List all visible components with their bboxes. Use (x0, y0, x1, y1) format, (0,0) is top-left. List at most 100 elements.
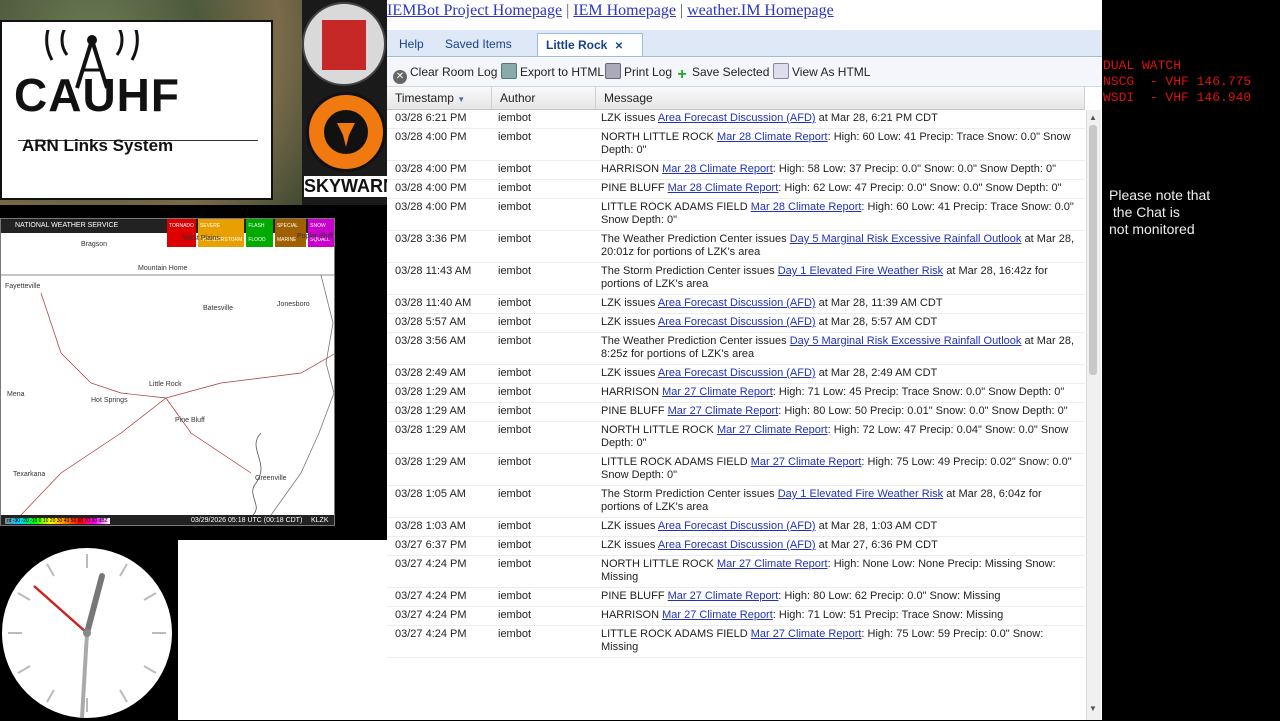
message-text: : High: 80 Low: 62 Precip: 0.0" Snow: Mi… (778, 590, 1001, 602)
plus-icon: + (677, 66, 687, 83)
hour-hand (84, 573, 105, 636)
product-link[interactable]: Area Forecast Discussion (AFD) (658, 297, 816, 309)
message-text: at Mar 28, 5:57 AM CDT (815, 316, 938, 328)
radar-timestamp: 03/29/2026 05:18 UTC (00:18 CDT) (191, 517, 303, 524)
message-cell: LZK issues Area Forecast Discussion (AFD… (593, 539, 1085, 552)
scroll-up-icon[interactable]: ▲ (1089, 113, 1097, 122)
product-link[interactable]: Mar 27 Climate Report (717, 558, 828, 570)
table-row[interactable]: 03/27 4:24 PM iembot NORTH LITTLE ROCK Mar… (387, 556, 1085, 588)
product-link[interactable]: Mar 27 Climate Report (751, 628, 862, 640)
product-link[interactable]: Area Forecast Discussion (AFD) (658, 520, 816, 532)
timestamp-cell: 03/28 11:43 AM (395, 265, 472, 277)
table-row[interactable]: 03/28 11:40 AM iembot LZK issues Area Fore… (387, 295, 1085, 314)
product-link[interactable]: Mar 27 Climate Report (662, 386, 773, 398)
timestamp-cell: 03/28 4:00 PM (395, 131, 467, 143)
author-cell: iembot (498, 201, 532, 213)
table-row[interactable]: 03/28 1:29 AM iembot LITTLE ROCK ADAMS FIE… (387, 454, 1085, 486)
table-row[interactable]: 03/28 11:43 AM iembot The Storm Prediction… (387, 263, 1085, 295)
close-icon[interactable]: ✕ (615, 41, 623, 52)
table-row[interactable]: 03/28 4:00 PM iembot NORTH LITTLE ROCK Mar… (387, 129, 1085, 161)
table-row[interactable]: 03/28 2:49 AM iembot LZK issues Area Forec… (387, 365, 1085, 384)
product-link[interactable]: Mar 27 Climate Report (662, 609, 773, 621)
column-header-author[interactable]: Author (492, 87, 596, 109)
timestamp-cell: 03/28 1:29 AM (395, 424, 466, 436)
product-link[interactable]: Day 5 Marginal Risk Excessive Rainfall O… (790, 335, 1022, 347)
button-label: View As HTML (792, 65, 871, 79)
message-cell: LITTLE ROCK ADAMS FIELD Mar 27 Climate R… (593, 628, 1085, 654)
author-cell: iembot (498, 386, 532, 398)
product-link[interactable]: Area Forecast Discussion (AFD) (658, 316, 816, 328)
timestamp-cell: 03/27 4:24 PM (395, 590, 467, 602)
iembot-homepage-link[interactable]: IEMBot Project Homepage (387, 2, 562, 19)
product-link[interactable]: Area Forecast Discussion (AFD) (658, 539, 816, 551)
column-label: Timestamp (395, 91, 454, 105)
weatherim-homepage-link[interactable]: weather.IM Homepage (687, 2, 834, 19)
table-row[interactable]: 03/28 3:56 AM iembot The Weather Predictio… (387, 333, 1085, 365)
product-link[interactable]: Mar 27 Climate Report (668, 590, 779, 602)
tab-bar: Help Saved Items Little Rock ✕ (387, 30, 1102, 57)
message-text: : High: 58 Low: 37 Precip: 0.0" Snow: 0.… (772, 163, 1056, 175)
view-as-html-button[interactable]: View As HTML (773, 63, 870, 81)
product-link[interactable]: Area Forecast Discussion (AFD) (658, 367, 816, 379)
table-row[interactable]: 03/27 4:24 PM iembot PINE BLUFF Mar 27 Cli… (387, 588, 1085, 607)
author-cell: iembot (498, 131, 532, 143)
scroll-down-icon[interactable]: ▼ (1089, 704, 1097, 713)
table-row[interactable]: 03/27 6:37 PM iembot LZK issues Area Forec… (387, 537, 1085, 556)
clear-room-log-button[interactable]: ✕ Clear Room Log (393, 63, 497, 84)
table-row[interactable]: 03/28 4:00 PM iembot LITTLE ROCK ADAMS FIE… (387, 199, 1085, 231)
timestamp-cell: 03/27 4:24 PM (395, 558, 467, 570)
author-cell: iembot (498, 539, 532, 551)
tab-help[interactable]: Help (391, 33, 432, 55)
table-row[interactable]: 03/28 4:00 PM iembot HARRISON Mar 28 Clima… (387, 161, 1085, 180)
author-cell: iembot (498, 405, 532, 417)
table-row[interactable]: 03/28 6:21 PM iembot LZK issues Area Forec… (387, 110, 1085, 129)
print-log-button[interactable]: Print Log (605, 63, 672, 81)
table-row[interactable]: 03/28 1:29 AM iembot PINE BLUFF Mar 27 Cli… (387, 403, 1085, 422)
message-cell: LZK issues Area Forecast Discussion (AFD… (593, 367, 1085, 380)
product-link[interactable]: Mar 28 Climate Report (668, 182, 779, 194)
export-html-button[interactable]: Export to HTML (501, 63, 604, 81)
author-cell: iembot (498, 182, 532, 194)
author-cell: iembot (498, 628, 532, 640)
table-row[interactable]: 03/28 1:29 AM iembot NORTH LITTLE ROCK Mar… (387, 422, 1085, 454)
product-link[interactable]: Mar 27 Climate Report (751, 456, 862, 468)
column-header-timestamp[interactable]: Timestamp ▼ (387, 87, 492, 109)
author-cell: iembot (498, 424, 532, 436)
header-links: IEMBot Project Homepage | IEM Homepage |… (387, 0, 834, 22)
table-row[interactable]: 03/28 5:57 AM iembot LZK issues Area Forec… (387, 314, 1085, 333)
table-row[interactable]: 03/28 1:03 AM iembot LZK issues Area Forec… (387, 518, 1085, 537)
radar-map: NATIONAL WEATHER SERVICE TORNADO SEVERE … (0, 218, 335, 526)
message-cell: The Storm Prediction Center issues Day 1… (593, 265, 1085, 291)
skywarn-icon (306, 92, 386, 172)
message-cell: HARRISON Mar 27 Climate Report: High: 71… (593, 386, 1085, 399)
save-selected-button[interactable]: + Save Selected (675, 63, 769, 83)
product-link[interactable]: Mar 28 Climate Report (751, 201, 862, 213)
scrollbar-thumb[interactable] (1089, 125, 1097, 375)
town-label: Pine Bluff (175, 417, 205, 424)
toolbar: ✕ Clear Room Log Export to HTML Print Log… (387, 58, 1102, 87)
product-link[interactable]: Day 1 Elevated Fire Weather Risk (778, 265, 943, 277)
table-row[interactable]: 03/28 4:00 PM iembot PINE BLUFF Mar 28 Cli… (387, 180, 1085, 199)
tab-saved-items[interactable]: Saved Items (437, 33, 520, 55)
message-cell: The Storm Prediction Center issues Day 1… (593, 488, 1085, 514)
table-row[interactable]: 03/27 4:24 PM iembot HARRISON Mar 27 Clima… (387, 607, 1085, 626)
iem-homepage-link[interactable]: IEM Homepage (573, 2, 676, 19)
tab-little-rock[interactable]: Little Rock ✕ (537, 33, 643, 56)
author-cell: iembot (498, 590, 532, 602)
product-link[interactable]: Mar 28 Climate Report (662, 163, 773, 175)
table-row[interactable]: 03/28 3:36 PM iembot The Weather Predictio… (387, 231, 1085, 263)
product-link[interactable]: Mar 27 Climate Report (717, 424, 828, 436)
product-link[interactable]: Mar 28 Climate Report (717, 131, 828, 143)
author-cell: iembot (498, 112, 532, 124)
table-row[interactable]: 03/27 4:24 PM iembot LITTLE ROCK ADAMS FIE… (387, 626, 1085, 658)
product-link[interactable]: Area Forecast Discussion (AFD) (658, 112, 816, 124)
table-row[interactable]: 03/28 1:05 AM iembot The Storm Prediction … (387, 486, 1085, 518)
timestamp-cell: 03/27 4:24 PM (395, 628, 467, 640)
message-text: at Mar 28, 11:39 AM CDT (815, 297, 943, 309)
table-row[interactable]: 03/28 1:29 AM iembot HARRISON Mar 27 Clima… (387, 384, 1085, 403)
product-link[interactable]: Day 5 Marginal Risk Excessive Rainfall O… (790, 233, 1022, 245)
product-link[interactable]: Day 1 Elevated Fire Weather Risk (778, 488, 943, 500)
author-cell: iembot (498, 609, 532, 621)
column-header-message[interactable]: Message (596, 87, 1085, 109)
product-link[interactable]: Mar 27 Climate Report (668, 405, 779, 417)
